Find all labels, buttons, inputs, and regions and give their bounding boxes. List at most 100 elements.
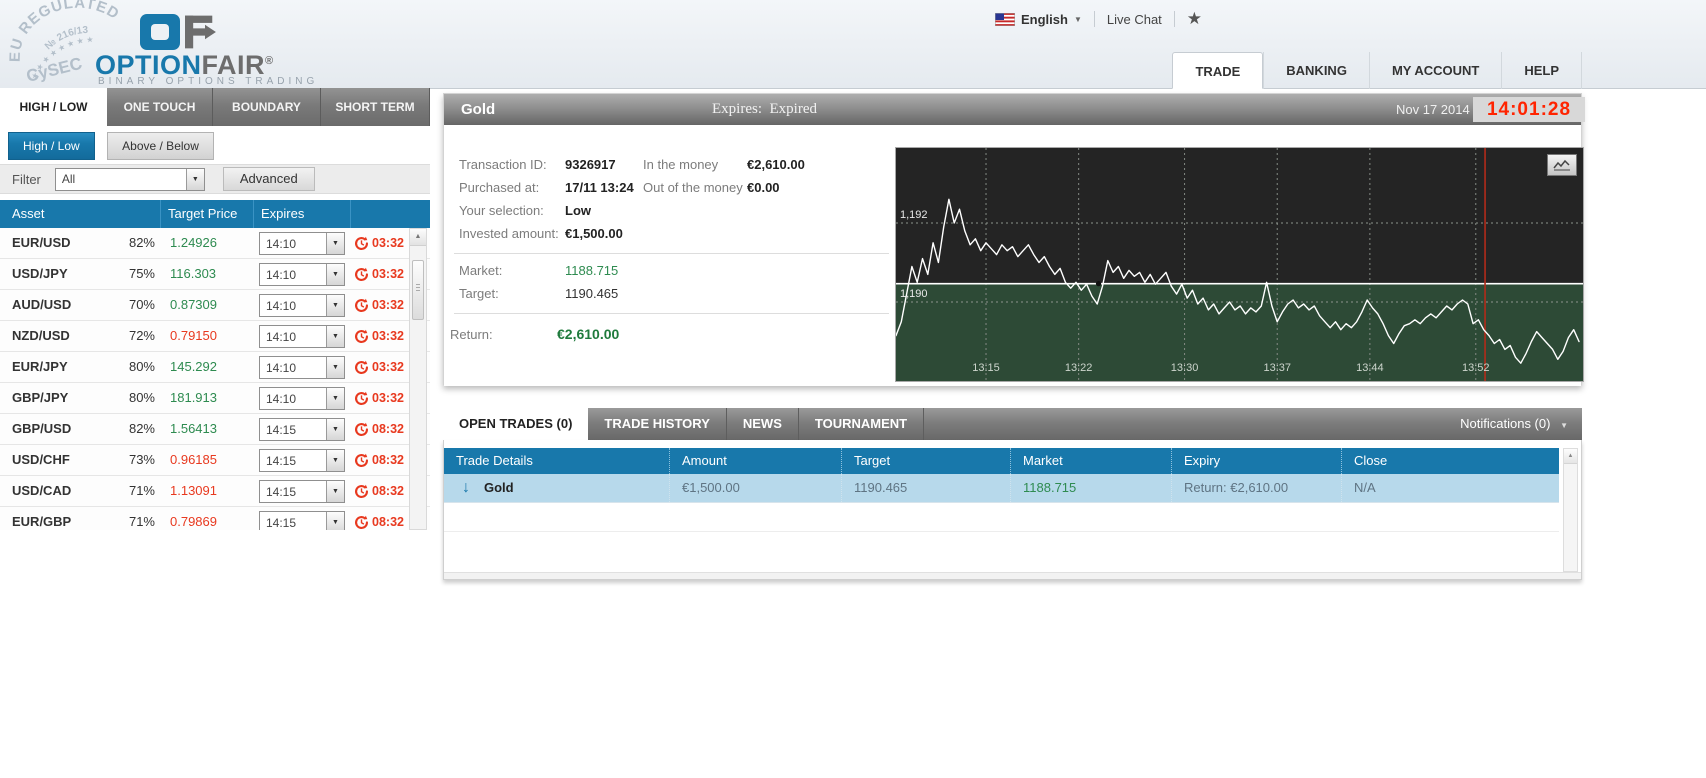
out-money-label: Out of the money <box>643 180 743 195</box>
chevron-down-icon: ▼ <box>326 481 344 502</box>
asset-row[interactable]: EUR/USD 82% 1.24926 14:10 ▼ 03:32 <box>0 228 430 259</box>
svg-text:13:37: 13:37 <box>1263 362 1291 374</box>
asset-target-price: 0.87309 <box>170 297 217 312</box>
countdown-clock-icon <box>354 484 369 502</box>
countdown-value: 03:32 <box>372 267 404 281</box>
asset-row[interactable]: USD/CAD 71% 1.13091 14:15 ▼ 08:32 <box>0 476 430 507</box>
purchased-at-label: Purchased at: <box>459 180 540 195</box>
in-money-value: €2,610.00 <box>747 157 805 172</box>
scrollbar-up-icon[interactable]: ▲ <box>410 229 426 246</box>
countdown-clock-icon <box>354 329 369 347</box>
asset-name: USD/JPY <box>12 266 68 281</box>
tab-trade-history[interactable]: TRADE HISTORY <box>588 408 727 440</box>
brand-logo-mark <box>140 14 225 50</box>
asset-expiry-select[interactable]: 14:10 ▼ <box>259 263 345 286</box>
asset-row[interactable]: USD/JPY 75% 116.303 14:10 ▼ 03:32 <box>0 259 430 290</box>
open-trades-scrollbar[interactable]: ▲ <box>1563 448 1578 572</box>
language-label: English <box>1021 11 1068 27</box>
countdown-clock-icon <box>354 391 369 409</box>
open-trades-col-market: Market <box>1010 448 1171 474</box>
invested-label: Invested amount: <box>459 226 559 241</box>
open-trades-col-expiry: Expiry <box>1171 448 1341 474</box>
tab-open-trades[interactable]: OPEN TRADES (0) <box>443 408 589 440</box>
asset-expiry-select[interactable]: 14:15 ▼ <box>259 449 345 472</box>
tab-news[interactable]: NEWS <box>727 408 799 440</box>
open-trade-row[interactable]: ↓ Gold €1,500.00 1190.465 1188.715 Return: €2… <box>444 474 1559 503</box>
language-selector[interactable]: English ▼ <box>995 12 1082 27</box>
open-trades-col-close: Close <box>1341 448 1559 474</box>
countdown-clock-icon <box>354 515 369 530</box>
asset-payout: 71% <box>128 514 155 529</box>
asset-table-rows: EUR/USD 82% 1.24926 14:10 ▼ 03:32 USD/JPY 75% 11… <box>0 228 430 530</box>
svg-text:1,190: 1,190 <box>900 288 928 300</box>
asset-expiry-select[interactable]: 14:10 ▼ <box>259 387 345 410</box>
asset-row[interactable]: GBP/USD 82% 1.56413 14:15 ▼ 08:32 <box>0 414 430 445</box>
asset-row[interactable]: EUR/JPY 80% 145.292 14:10 ▼ 03:32 <box>0 352 430 383</box>
nav-tab-help[interactable]: HELP <box>1501 52 1582 89</box>
in-money-label: In the money <box>643 157 719 172</box>
asset-name: USD/CHF <box>12 452 70 467</box>
open-trades-col-trade-details: Trade Details <box>456 453 533 468</box>
above-below-mode-button[interactable]: Above / Below <box>107 132 214 160</box>
filter-bar: Filter All ▼ Advanced <box>0 164 430 194</box>
asset-payout: 71% <box>128 483 155 498</box>
countdown-clock-icon <box>354 298 369 316</box>
open-trades-panel: Trade Details Amount Target Market Expiry Clo… <box>443 440 1582 580</box>
high-low-mode-button[interactable]: High / Low <box>8 132 95 160</box>
instrument-panel: HIGH / LOW ONE TOUCH BOUNDARY SHORT TERM… <box>0 88 430 530</box>
asset-expiry-select[interactable]: 14:10 ▼ <box>259 232 345 255</box>
asset-expiry-select[interactable]: 14:15 ▼ <box>259 511 345 530</box>
tab-high-low[interactable]: HIGH / LOW <box>0 88 107 126</box>
nav-tab-my-account[interactable]: MY ACCOUNT <box>1368 52 1501 89</box>
nav-tab-trade[interactable]: TRADE <box>1172 52 1264 89</box>
panel-bottom-strip <box>444 572 1581 579</box>
tab-one-touch[interactable]: ONE TOUCH <box>107 88 213 126</box>
bottom-tabs-bar: OPEN TRADES (0) TRADE HISTORY NEWS TOURN… <box>443 408 1582 440</box>
asset-name: EUR/JPY <box>12 359 68 374</box>
asset-row[interactable]: AUD/USD 70% 0.87309 14:10 ▼ 03:32 <box>0 290 430 321</box>
utility-bar: English ▼ Live Chat ★ <box>995 8 1204 30</box>
chevron-down-icon: ▼ <box>326 512 344 530</box>
tab-short-term[interactable]: SHORT TERM <box>321 88 430 126</box>
asset-target-price: 0.96185 <box>170 452 217 467</box>
expires-status: Expires: Expired <box>712 101 817 117</box>
asset-expiry-select[interactable]: 14:10 ▼ <box>259 356 345 379</box>
invested-value: €1,500.00 <box>565 226 623 241</box>
chevron-down-icon: ▼ <box>1073 14 1082 24</box>
target-label: Target: <box>459 286 499 301</box>
open-trades-col-target: Target <box>841 448 1010 474</box>
asset-row[interactable]: NZD/USD 72% 0.79150 14:10 ▼ 03:32 <box>0 321 430 352</box>
tab-tournament[interactable]: TOURNAMENT <box>799 408 925 440</box>
chevron-down-icon: ▼ <box>326 326 344 347</box>
favorites-star-icon[interactable]: ★ <box>1187 9 1202 29</box>
scrollbar-thumb[interactable] <box>412 260 424 320</box>
trade-amount: €1,500.00 <box>682 480 740 495</box>
asset-payout: 82% <box>128 235 155 250</box>
chevron-down-icon: ▼ <box>326 233 344 254</box>
notifications-dropdown[interactable]: Notifications (0) ▼ <box>1460 408 1568 442</box>
live-chat-link[interactable]: Live Chat <box>1107 12 1162 27</box>
scrollbar-up-icon[interactable]: ▲ <box>1564 449 1577 464</box>
tab-boundary[interactable]: BOUNDARY <box>213 88 321 126</box>
nav-tab-banking[interactable]: BANKING <box>1263 52 1369 89</box>
active-trade-panel: Gold Expires: Expired Nov 17 2014 14:01:… <box>443 93 1585 386</box>
countdown-value: 08:32 <box>372 484 404 498</box>
asset-payout: 82% <box>128 421 155 436</box>
advanced-button[interactable]: Advanced <box>222 167 315 191</box>
asset-table-scrollbar[interactable]: ▲ <box>409 228 427 530</box>
asset-expiry-select[interactable]: 14:15 ▼ <box>259 418 345 441</box>
top-header: EU REGULATED № 216/13 ★ ★ ★ ★ ★ ★ ★ ★ Cy… <box>0 0 1706 89</box>
asset-row[interactable]: GBP/JPY 80% 181.913 14:10 ▼ 03:32 <box>0 383 430 414</box>
chart-type-icon[interactable] <box>1547 154 1577 176</box>
filter-select[interactable]: All ▼ <box>54 167 205 191</box>
selection-value: Low <box>565 203 591 218</box>
col-asset: Asset <box>12 206 45 221</box>
divider <box>454 313 889 314</box>
asset-expiry-select[interactable]: 14:10 ▼ <box>259 325 345 348</box>
asset-expiry-select[interactable]: 14:15 ▼ <box>259 480 345 503</box>
asset-expiry-select[interactable]: 14:10 ▼ <box>259 294 345 317</box>
asset-row[interactable]: EUR/GBP 71% 0.79869 14:15 ▼ 08:32 <box>0 507 430 530</box>
trade-target: 1190.465 <box>854 480 908 495</box>
asset-payout: 80% <box>128 359 155 374</box>
asset-row[interactable]: USD/CHF 73% 0.96185 14:15 ▼ 08:32 <box>0 445 430 476</box>
